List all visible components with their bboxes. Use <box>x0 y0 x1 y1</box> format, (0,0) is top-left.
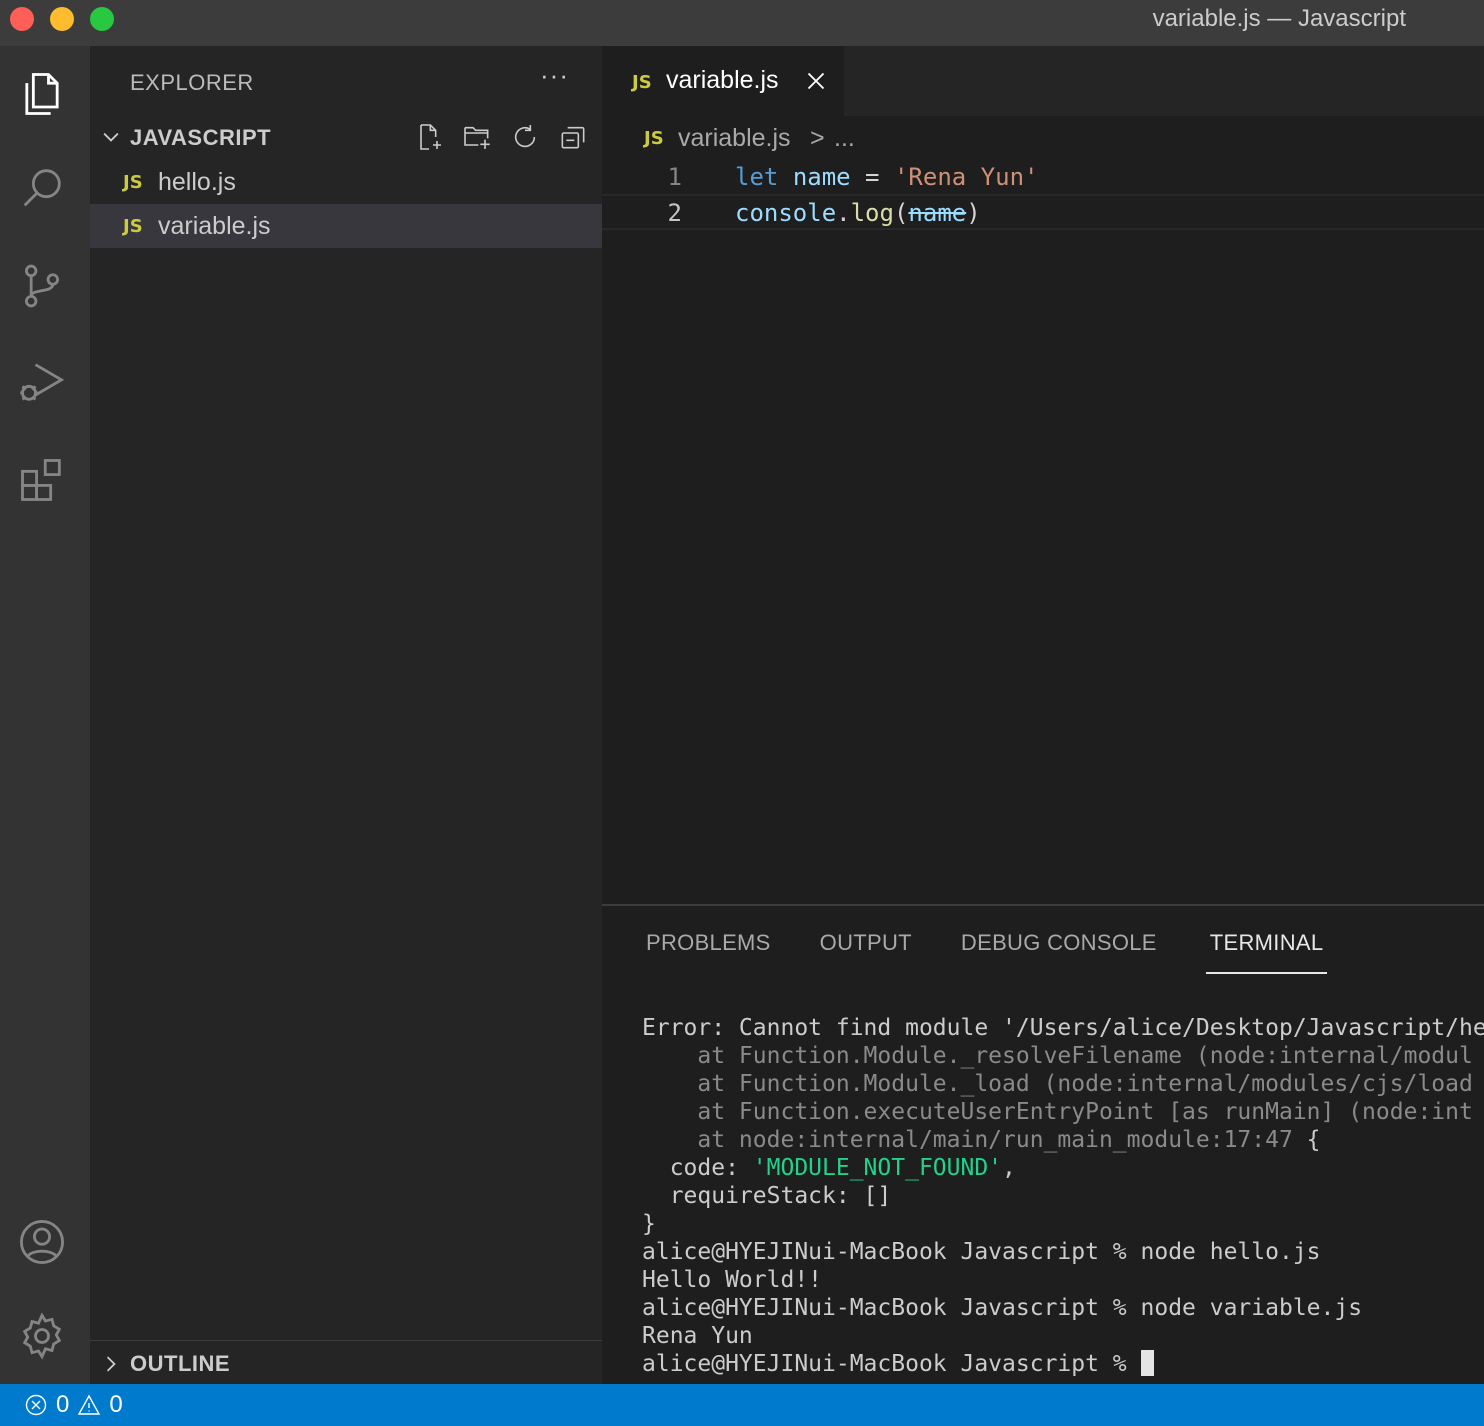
folder-javascript[interactable]: JAVASCRIPT <box>90 118 602 158</box>
editor-tab-bar: JS variable.js <box>602 46 1484 116</box>
activity-bar <box>0 46 90 1384</box>
tab-problems[interactable]: PROBLEMS <box>646 930 771 974</box>
window-minimize-button[interactable] <box>50 7 74 31</box>
terminal-line: code: 'MODULE_NOT_FOUND', <box>642 1155 1016 1181</box>
js-file-icon: JS <box>632 72 652 93</box>
more-actions-icon[interactable]: ··· <box>540 60 569 91</box>
refresh-icon[interactable] <box>508 120 542 154</box>
explorer-title: EXPLORER <box>130 70 254 95</box>
breadcrumb-symbols[interactable]: ... <box>834 124 855 153</box>
tab-terminal[interactable]: TERMINAL <box>1205 930 1328 974</box>
extensions-icon[interactable] <box>14 452 70 508</box>
terminal-line: at Function.Module._load (node:internal/… <box>642 1071 1473 1097</box>
terminal-line: at node:internal/main/run_main_module:17… <box>642 1127 1321 1153</box>
terminal-line: at Function.executeUserEntryPoint [as ru… <box>642 1099 1473 1125</box>
tab-output[interactable]: OUTPUT <box>820 930 912 974</box>
bottom-panel: PROBLEMS OUTPUT DEBUG CONSOLE TERMINAL E… <box>602 904 1484 1384</box>
line-number: 1 <box>667 163 682 191</box>
status-bar: 0 0 <box>0 1384 1484 1426</box>
terminal-line: Error: Cannot find module '/Users/alice/… <box>642 1015 1484 1041</box>
terminal-line: Hello World!! <box>642 1267 823 1293</box>
code-line-current[interactable]: 2 console.log(name) <box>602 194 1484 230</box>
terminal-line: Rena Yun <box>642 1323 753 1349</box>
warning-count: 0 <box>109 1391 123 1418</box>
chevron-right-icon <box>106 1356 116 1372</box>
window-title: variable.js — Javascript <box>1152 5 1406 32</box>
js-file-icon: JS <box>644 128 664 149</box>
terminal-line: alice@HYEJINui-MacBook Javascript % node… <box>642 1295 1363 1321</box>
breadcrumb-separator: > <box>810 124 825 152</box>
terminal-line: at Function.Module._resolveFilename (nod… <box>642 1043 1473 1069</box>
file-name: variable.js <box>158 212 271 240</box>
folder-name: JAVASCRIPT <box>130 125 272 150</box>
code-line[interactable]: 1 let name = 'Rena Yun' <box>602 160 1484 196</box>
file-name: hello.js <box>158 168 236 196</box>
run-debug-icon[interactable] <box>14 354 70 410</box>
new-file-icon[interactable] <box>412 120 446 154</box>
js-file-icon: JS <box>123 216 143 237</box>
terminal-line: } <box>642 1211 656 1237</box>
outline-section[interactable]: OUTLINE <box>90 1340 602 1384</box>
account-icon[interactable] <box>14 1214 70 1270</box>
terminal-line: alice@HYEJINui-MacBook Javascript % node… <box>642 1239 1321 1265</box>
outline-title: OUTLINE <box>130 1351 231 1376</box>
breadcrumb: JS variable.js > ... <box>602 116 1484 162</box>
close-icon[interactable] <box>806 71 826 91</box>
chevron-down-icon <box>103 132 119 142</box>
js-file-icon: JS <box>123 172 143 193</box>
tab-label: variable.js <box>666 66 779 94</box>
code-editor[interactable]: 1 let name = 'Rena Yun' 2 console.log(na… <box>602 160 1484 900</box>
search-icon[interactable] <box>14 160 70 216</box>
tab-variable-js[interactable]: JS variable.js <box>602 46 844 116</box>
warning-icon <box>78 1394 101 1415</box>
error-count: 0 <box>56 1391 70 1418</box>
terminal-prompt-line: alice@HYEJINui-MacBook Javascript % <box>642 1350 1484 1378</box>
window-close-button[interactable] <box>10 7 34 31</box>
explorer-sidebar: EXPLORER ··· JAVASCRIPT JS hello.js JS v… <box>90 46 602 1384</box>
problems-status[interactable]: 0 0 <box>24 1391 123 1419</box>
new-folder-icon[interactable] <box>460 120 494 154</box>
file-item-variable-js[interactable]: JS variable.js <box>90 204 602 248</box>
collapse-all-icon[interactable] <box>556 120 590 154</box>
terminal-cursor <box>1140 1350 1154 1376</box>
window-maximize-button[interactable] <box>90 7 114 31</box>
settings-gear-icon[interactable] <box>14 1308 70 1364</box>
title-bar: variable.js — Javascript <box>0 0 1484 46</box>
terminal-output[interactable]: Error: Cannot find module '/Users/alice/… <box>642 1014 1484 1386</box>
code-text: let name = 'Rena Yun' <box>735 163 1039 191</box>
line-number: 2 <box>667 199 682 227</box>
tab-debug-console[interactable]: DEBUG CONSOLE <box>961 930 1157 974</box>
breadcrumb-file[interactable]: variable.js <box>678 124 791 153</box>
file-item-hello-js[interactable]: JS hello.js <box>90 160 602 204</box>
error-icon <box>25 1394 47 1416</box>
code-text: console.log(name) <box>735 199 981 227</box>
terminal-line: requireStack: [] <box>642 1183 892 1209</box>
source-control-icon[interactable] <box>14 258 70 314</box>
explorer-icon[interactable] <box>14 66 70 122</box>
